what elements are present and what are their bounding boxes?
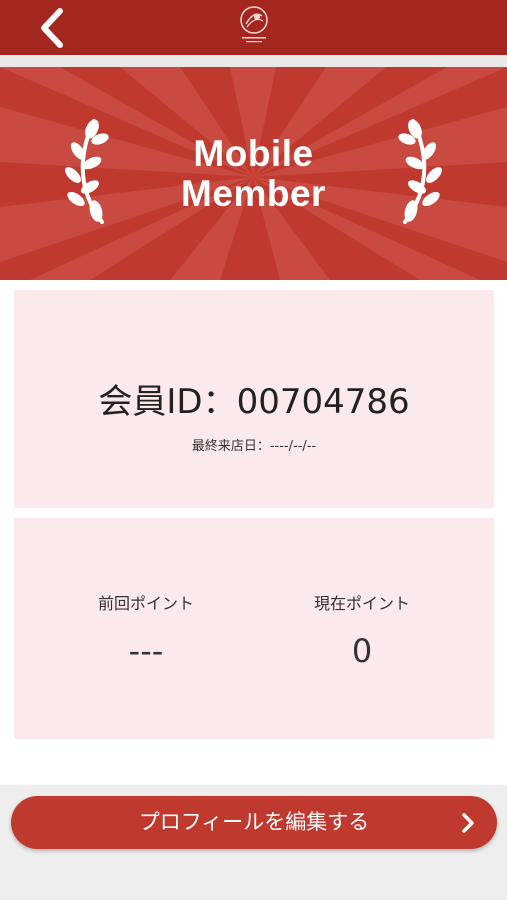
edit-profile-button[interactable]: プロフィールを編集する — [11, 796, 497, 849]
restaurant-logo-icon — [240, 6, 268, 43]
current-points-value: 0 — [351, 632, 373, 670]
previous-points-label: 前回ポイント — [97, 594, 194, 613]
member-id: 会員ID：00704786 — [98, 382, 410, 422]
member-content: 会員ID：00704786 最終来店日：----/--/-- 前回ポイント --… — [0, 280, 507, 785]
header-spacer — [0, 55, 507, 67]
last-visit-date: 最終来店日：----/--/-- — [191, 439, 317, 454]
banner-title-line2: Member — [181, 173, 326, 214]
points-card: 前回ポイント --- 現在ポイント 0 — [14, 518, 494, 739]
chevron-right-icon — [462, 813, 474, 833]
bottom-bar: プロフィールを編集する — [0, 785, 507, 900]
member-id-card: 会員ID：00704786 最終来店日：----/--/-- — [14, 290, 494, 508]
chevron-left-icon — [41, 8, 63, 48]
back-button[interactable] — [36, 7, 72, 49]
banner-title-line1: Mobile — [193, 133, 314, 174]
top-bar — [0, 0, 507, 55]
current-points: 現在ポイント 0 — [242, 590, 482, 670]
app-logo — [237, 4, 271, 48]
edit-profile-label: プロフィールを編集する — [138, 810, 370, 834]
member-banner: Mobile Member — [0, 67, 507, 280]
previous-points-value: --- — [128, 632, 164, 670]
previous-points: 前回ポイント --- — [26, 590, 266, 670]
current-points-label: 現在ポイント — [313, 594, 410, 613]
